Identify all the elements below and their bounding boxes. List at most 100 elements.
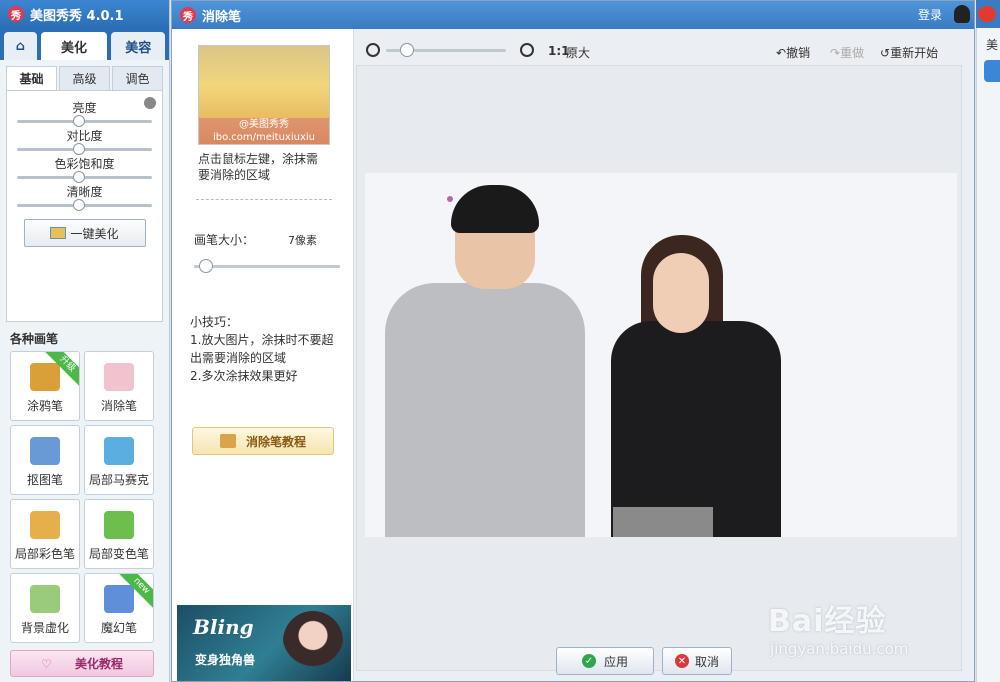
- promo-banner[interactable]: Bling 变身独角兽: [177, 605, 351, 681]
- right-panel: [976, 28, 1000, 682]
- tool-mosaic[interactable]: 局部马赛克: [84, 425, 154, 495]
- thumbnail-watermark-line: ibo.com/meituxiuxiu: [213, 132, 315, 143]
- contrast-label: 对比度: [66, 129, 103, 143]
- cutout-icon: [30, 437, 60, 465]
- subtab-basic[interactable]: 基础: [6, 66, 57, 90]
- auto-beautify-button[interactable]: 一键美化: [23, 219, 146, 247]
- auto-beautify-label: 一键美化: [70, 226, 119, 241]
- saturation-track[interactable]: [17, 171, 152, 183]
- qq-icon[interactable]: [954, 5, 970, 23]
- brush-size-slider[interactable]: [194, 259, 340, 273]
- sharpness-slider: 清晰度: [13, 183, 156, 211]
- tool-label: 局部马赛克: [88, 473, 149, 487]
- brightness-track[interactable]: [17, 115, 152, 127]
- woman-head: [653, 253, 709, 333]
- subtab-advanced[interactable]: 高级: [59, 66, 110, 90]
- brush-cursor: [447, 196, 453, 202]
- restart-label: 重新开始: [890, 46, 939, 60]
- tool-label: 消除笔: [100, 399, 137, 413]
- brush-size-value: 7像素: [288, 234, 317, 247]
- cancel-button[interactable]: ✕ 取消: [662, 647, 732, 675]
- right-panel-button[interactable]: [984, 60, 1000, 82]
- tool-cutout-pen[interactable]: 抠图笔: [10, 425, 80, 495]
- book-icon: [219, 434, 236, 448]
- image-canvas[interactable]: [356, 65, 962, 671]
- thumbnail-watermark-line: @美图秀秀: [239, 119, 289, 130]
- tool-doodle-pen[interactable]: 升级 涂鸦笔: [10, 351, 80, 421]
- zoom-out-icon[interactable]: [366, 43, 380, 57]
- brush-size-label: 画笔大小：: [194, 233, 255, 247]
- beautify-tutorial-button[interactable]: ♡ 美化教程: [10, 650, 154, 677]
- zoom-slider[interactable]: [386, 43, 506, 57]
- woman-skirt: [613, 507, 713, 537]
- undo-button[interactable]: ↶撤销: [776, 44, 810, 61]
- redo-label: 重做: [840, 46, 865, 60]
- saturation-slider: 色彩饱和度: [13, 155, 156, 183]
- mosaic-icon: [104, 437, 134, 465]
- original-size-label[interactable]: 原大: [566, 44, 590, 61]
- apply-label: 应用: [603, 654, 628, 669]
- dialog-logo-icon: 秀: [180, 7, 196, 23]
- sub-tabs: 基础 高级 调色: [0, 60, 169, 90]
- tab-home[interactable]: ⌂: [4, 32, 37, 60]
- tab-beautify[interactable]: 美化: [40, 32, 108, 60]
- edited-photo[interactable]: [365, 173, 957, 537]
- tutorial-thumbnail: @美图秀秀 ibo.com/meituxiuxiu: [198, 45, 330, 145]
- tool-label: 魔幻笔: [100, 621, 137, 635]
- brush-icon: [30, 363, 60, 391]
- magic-wand-icon: [50, 227, 67, 239]
- tips-title: 小技巧：: [190, 315, 239, 329]
- dialog-title-bar: 秀 消除笔: [172, 1, 974, 29]
- baidu-watermark-url: jingyan.baidu.com: [770, 640, 909, 658]
- sharpness-track[interactable]: [17, 199, 152, 211]
- app-title: 美图秀秀 4.0.1: [30, 8, 124, 24]
- tool-background-blur[interactable]: 背景虚化: [10, 573, 80, 643]
- saturation-knob[interactable]: [73, 171, 85, 183]
- blur-icon: [30, 585, 60, 613]
- eraser-dialog: 秀 消除笔 @美图秀秀 ibo.com/meituxiuxiu 点击鼠标左键，涂…: [171, 0, 975, 682]
- main-tabs: ⌂ 美化 美容: [0, 28, 169, 60]
- woman-figure: [611, 321, 781, 537]
- tool-label: 抠图笔: [26, 473, 63, 487]
- login-link[interactable]: 登录: [918, 6, 942, 23]
- zoom-knob[interactable]: [400, 43, 414, 57]
- tool-magic-pen[interactable]: new 魔幻笔: [84, 573, 154, 643]
- apply-button[interactable]: ✓ 应用: [556, 647, 654, 675]
- zoom-in-icon[interactable]: [520, 43, 534, 57]
- saturation-label: 色彩饱和度: [54, 157, 115, 171]
- app-logo-icon: 秀: [8, 6, 24, 22]
- check-icon: ✓: [581, 654, 596, 668]
- tool-color-pen[interactable]: 局部彩色笔: [10, 499, 80, 569]
- undo-label: 撤销: [786, 46, 811, 60]
- brush-size-knob[interactable]: [199, 259, 214, 273]
- sharpness-knob[interactable]: [73, 199, 85, 211]
- restart-button[interactable]: ↺重新开始: [880, 44, 938, 61]
- brightness-slider: 亮度: [13, 99, 156, 127]
- cancel-label: 取消: [694, 654, 719, 669]
- subtab-color[interactable]: 调色: [112, 66, 163, 90]
- left-panel: 秀 美图秀秀 4.0.1 ⌂ 美化 美容 基础 高级 调色 亮度 对比度 色彩饱…: [0, 0, 170, 682]
- brightness-knob[interactable]: [73, 115, 85, 127]
- app-title-bar: 秀 美图秀秀 4.0.1: [0, 0, 169, 28]
- image-toolbar: 1:1 原大 ↶撤销 ↷重做 ↺重新开始: [356, 37, 962, 65]
- eraser-tutorial-button[interactable]: 消除笔教程: [192, 427, 334, 455]
- promo-title: Bling: [193, 615, 254, 639]
- tool-eraser-pen[interactable]: 消除笔: [84, 351, 154, 421]
- weibo-icon[interactable]: [978, 6, 996, 22]
- promo-subtitle: 变身独角兽: [195, 653, 256, 667]
- reset-icon[interactable]: [144, 97, 156, 109]
- tool-recolor-pen[interactable]: 局部变色笔: [84, 499, 154, 569]
- tip-item: 2.多次涂抹效果更好: [190, 369, 298, 383]
- contrast-track[interactable]: [17, 143, 152, 155]
- tip-item: 1.放大图片，涂抹时不要超出需要消除的区域: [190, 333, 334, 365]
- close-icon: ✕: [674, 654, 689, 668]
- tab-beauty[interactable]: 美容: [111, 32, 165, 60]
- right-panel-label: 美: [986, 38, 999, 52]
- contrast-knob[interactable]: [73, 143, 85, 155]
- eraser-tutorial-label: 消除笔教程: [245, 434, 306, 449]
- redo-button[interactable]: ↷重做: [830, 44, 864, 61]
- brightness-label: 亮度: [72, 101, 97, 115]
- man-hair: [451, 185, 539, 233]
- promo-model-image: [283, 611, 343, 681]
- magic-pen-icon: [104, 585, 134, 613]
